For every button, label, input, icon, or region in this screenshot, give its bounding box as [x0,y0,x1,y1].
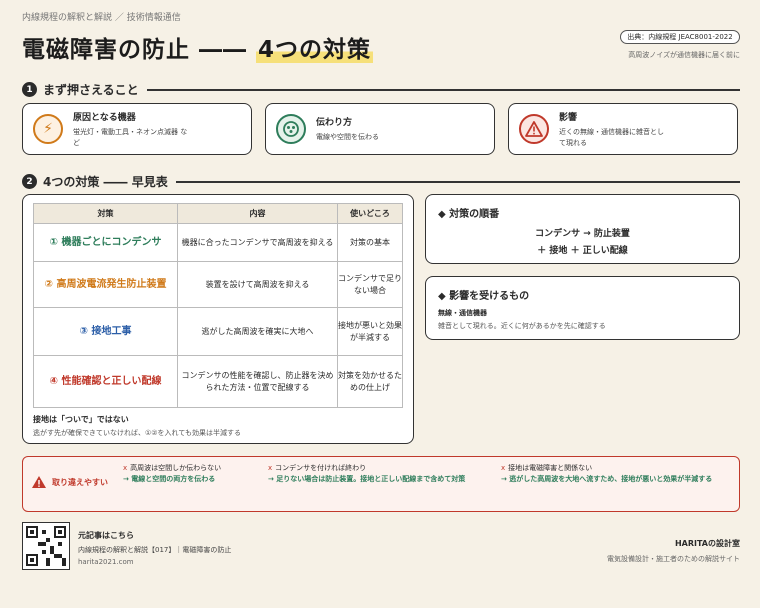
order-card: ◆ 対策の順番 コンデンサ → 防止装置 ＋ 接地 ＋ 正しい配線 [425,194,740,264]
use-cell: 対策を効かせるための仕上げ [337,355,403,408]
footer-article[interactable]: 内線規程の解釈と解説【017】｜電磁障害の防止 [78,545,231,555]
page-title: 電磁障害の防止 ―― 4つの対策 [22,30,374,64]
lightning-icon: ⚡ [33,114,63,144]
warning-wrong: x コンデンサを付ければ終わり [268,464,367,472]
affected-sub: 無線・通信機器 [438,309,487,317]
table-header: 対策 [33,203,178,224]
warning-icon [519,114,549,144]
section-title: 4つの対策 ―― 早見表 [43,175,168,189]
measure-cell: ① 機器ごとにコンデンサ [33,223,178,262]
table-row: ③ 接地工事 逃がした高周波を確実に大地へ 接地が悪いと効果が半減する [33,307,403,356]
use-cell: 接地が悪いと効果が半減する [337,307,403,356]
footer-right: HARITAの設計室 電気設備設計・施工者のための解説サイト [607,538,740,564]
warning-right: → 逃がした高周波を大地へ流すため、接地が悪いと効果が半減する [501,475,713,483]
warning-wrong: x 接地は電磁障害と関係ない [501,464,593,472]
footer-tagline: 電気設備設計・施工者のための解説サイト [607,555,740,563]
warning-icon [32,476,46,488]
warning-item: x コンデンサを付ければ終わり → 足りない場合は防止装置。接地と正しい配線まで含… [268,463,490,485]
card-body: 電線や空間を伝わる [316,133,379,141]
section1-heading: 1 まず押さえること [22,81,147,98]
table-header: 内容 [177,203,338,224]
section-number: 1 [22,82,37,97]
footer-url[interactable]: harita2021.com [78,558,231,566]
warning-label-text: 取り違えやすい [52,477,108,487]
table-header: 使いどころ [337,203,403,224]
breadcrumb: 内線規程の解釈と解説 ／ 技術情報通信 [22,13,181,23]
warning-right: → 電線と空間の両方を伝わる [123,475,216,483]
content-cell: 装置を設けて高周波を抑える [177,261,338,308]
use-cell: コンデンサで足りない場合 [337,261,403,308]
signal-icon [276,114,306,144]
card-body: 近くの無線・通信機器に雑音として現れる [559,127,664,147]
affected-title: ◆ 影響を受けるもの [438,291,530,302]
title-main: 電磁障害の防止 ―― [22,37,257,63]
measure-cell: ③ 接地工事 [33,307,178,356]
table-row: ① 機器ごとにコンデンサ 機器に合ったコンデンサで高周波を抑える 対策の基本 [33,223,403,262]
card-title: 影響 [559,112,578,123]
warning-box: 取り違えやすい x 高周波は空間しか伝わらない → 電線と空間の両方を伝わる xコ… [22,456,740,512]
warning-item: x 高周波は空間しか伝わらない → 電線と空間の両方を伝わる [123,463,255,485]
footer-left: 元記事はこちら 内線規程の解釈と解説【017】｜電磁障害の防止 harita20… [78,530,231,566]
order-title-text: 対策の順番 [449,209,500,220]
order-title: ◆ 対策の順番 [438,209,500,220]
table-row: ④ 性能確認と正しい配線 コンデンサの性能を確認し、防止器を決められた方法・位置… [33,355,403,408]
footer-label: 元記事はこちら [78,531,134,540]
section2-heading: 2 4つの対策 ―― 早見表 [22,173,176,190]
table-note-title: 接地は「ついで」ではない [33,415,129,424]
affected-title-text: 影響を受けるもの [449,291,530,302]
measure-cell: ④ 性能確認と正しい配線 [33,355,178,408]
title-highlight: 4つの対策 [256,37,374,63]
card-title: 原因となる機器 [73,112,136,123]
measure-cell: ② 高周波電流発生防止装置 [33,261,178,308]
content-cell: 逃がした高周波を確実に大地へ [177,307,338,356]
order-line1: コンデンサ → 防止装置 [535,229,630,239]
warning-label: 取り違えやすい [31,475,108,489]
subnote: 高周波ノイズが通信機器に届く前に [628,51,740,59]
card-body: 蛍光灯・電動工具・ネオン点滅器 など [73,127,188,147]
qr-code[interactable] [22,522,70,570]
warning-item: x 接地は電磁障害と関係ない → 逃がした高周波を大地へ流すため、接地が悪いと効果… [501,463,729,485]
warning-wrong: x 高周波は空間しか伝わらない [123,464,222,472]
measures-table-card: 対策 内容 使いどころ ① 機器ごとにコンデンサ 機器に合ったコンデンサで高周波… [22,194,414,444]
card-title: 伝わり方 [316,118,353,128]
affected-body: 雑音として現れる。近くに何があるかを先に確認する [438,322,606,330]
card-effect: 影響近くの無線・通信機器に雑音として現れる [508,103,738,155]
warning-right: → 足りない場合は防止装置。接地と正しい配線まで含めて対策 [268,475,466,483]
footer-brand: HARITAの設計室 [674,539,740,548]
table-note-body: 逃がす先が確保できていなければ、①②を入れても効果は半減する [33,429,241,437]
section-title: まず押さえること [43,83,139,97]
card-cause: ⚡ 原因となる機器蛍光灯・電動工具・ネオン点滅器 など [22,103,252,155]
affected-card: ◆ 影響を受けるもの 無線・通信機器 雑音として現れる。近くに何があるかを先に確… [425,276,740,340]
order-line2: ＋ 接地 ＋ 正しい配線 [537,246,628,256]
section-number: 2 [22,174,37,189]
use-cell: 対策の基本 [337,223,403,262]
content-cell: 機器に合ったコンデンサで高周波を抑える [177,223,338,262]
source-badge: 出典：内線規程 JEAC8001-2022 [620,30,740,44]
content-cell: コンデンサの性能を確認し、防止器を決められた方法・位置で配線する [177,355,338,408]
table-row: ② 高周波電流発生防止装置 装置を設けて高周波を抑える コンデンサで足りない場合 [33,261,403,308]
measures-table: 対策 内容 使いどころ ① 機器ごとにコンデンサ 機器に合ったコンデンサで高周波… [33,203,403,408]
card-transmission: 伝わり方電線や空間を伝わる [265,103,495,155]
